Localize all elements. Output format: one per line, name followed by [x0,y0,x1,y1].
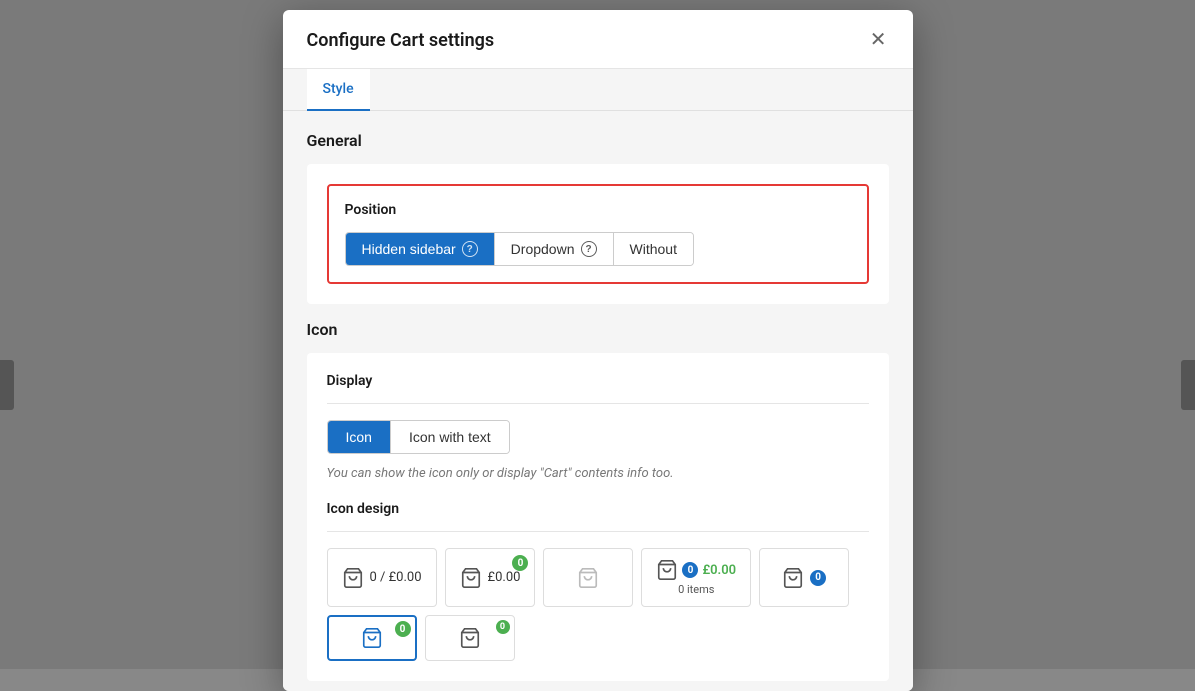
cart-design-4-price: £0.00 [702,563,736,578]
icon-display-btn-group: Icon Icon with text [327,420,510,454]
position-card: Position Hidden sidebar ? Dropdown ? Wit… [307,164,889,304]
cart-design-4-items: 0 items [678,583,714,596]
cart-design-7[interactable]: 0 [425,615,515,661]
icon-design-label: Icon design [327,501,869,517]
cart-icon-1 [342,567,364,589]
cart-design-2[interactable]: 0 £0.00 [445,548,536,607]
cart-icon-2 [460,567,482,589]
tabs-bar: Style [283,69,913,111]
modal-overlay: Configure Cart settings ✕ Style General … [0,0,1195,669]
hidden-sidebar-label: Hidden sidebar [362,241,456,257]
cart-design-5[interactable]: 0 [759,548,849,607]
icon-design-row: 0 / £0.00 0 £0.00 [327,548,869,661]
cart-design-4-row: 0 £0.00 [656,559,736,581]
general-section-title: General [307,131,889,150]
display-hint: You can show the icon only or display "C… [327,466,869,481]
icon-card: Display Icon Icon with text You can show… [307,353,889,681]
dropdown-label: Dropdown [511,241,575,257]
position-btn-group: Hidden sidebar ? Dropdown ? Without [345,232,694,266]
modal-header: Configure Cart settings ✕ [283,10,913,69]
cart-design-5-badge: 0 [810,570,826,586]
display-divider [327,403,869,404]
cart-design-7-badge: 0 [496,620,510,634]
cart-icon-3 [577,567,599,589]
without-label: Without [630,241,677,257]
cart-design-1-label: 0 / £0.00 [370,570,422,585]
icon-btn-label: Icon [346,429,372,445]
configure-cart-modal: Configure Cart settings ✕ Style General … [283,10,913,691]
cart-design-2-badge: 0 [512,555,528,571]
cart-design-6-badge: 0 [395,621,411,637]
dropdown-help-icon[interactable]: ? [581,241,597,257]
cart-design-6[interactable]: 0 [327,615,417,661]
close-icon: ✕ [870,30,887,50]
display-icon-btn[interactable]: Icon [328,421,391,453]
cart-icon-7 [459,627,481,649]
cart-design-1[interactable]: 0 / £0.00 [327,548,437,607]
tab-style[interactable]: Style [307,69,370,111]
position-selector-box: Position Hidden sidebar ? Dropdown ? Wit… [327,184,869,284]
position-dropdown-btn[interactable]: Dropdown ? [495,233,614,265]
modal-title: Configure Cart settings [307,30,495,51]
position-label: Position [345,202,851,218]
cart-design-3[interactable] [543,548,633,607]
hidden-sidebar-help-icon[interactable]: ? [462,241,478,257]
cart-icon-5 [782,567,804,589]
position-without-btn[interactable]: Without [614,233,693,265]
modal-body: General Position Hidden sidebar ? Dropdo… [283,111,913,691]
cart-icon-6 [361,627,383,649]
close-button[interactable]: ✕ [868,28,889,52]
cart-design-2-label: £0.00 [488,570,521,585]
display-label: Display [327,373,869,389]
display-icon-with-text-btn[interactable]: Icon with text [391,421,509,453]
cart-design-4-badge: 0 [682,562,698,578]
cart-design-4[interactable]: 0 £0.00 0 items [641,548,751,607]
icon-with-text-btn-label: Icon with text [409,429,491,445]
position-hidden-sidebar-btn[interactable]: Hidden sidebar ? [346,233,495,265]
design-divider [327,531,869,532]
cart-icon-4 [656,559,678,581]
icon-section-title: Icon [307,320,889,339]
